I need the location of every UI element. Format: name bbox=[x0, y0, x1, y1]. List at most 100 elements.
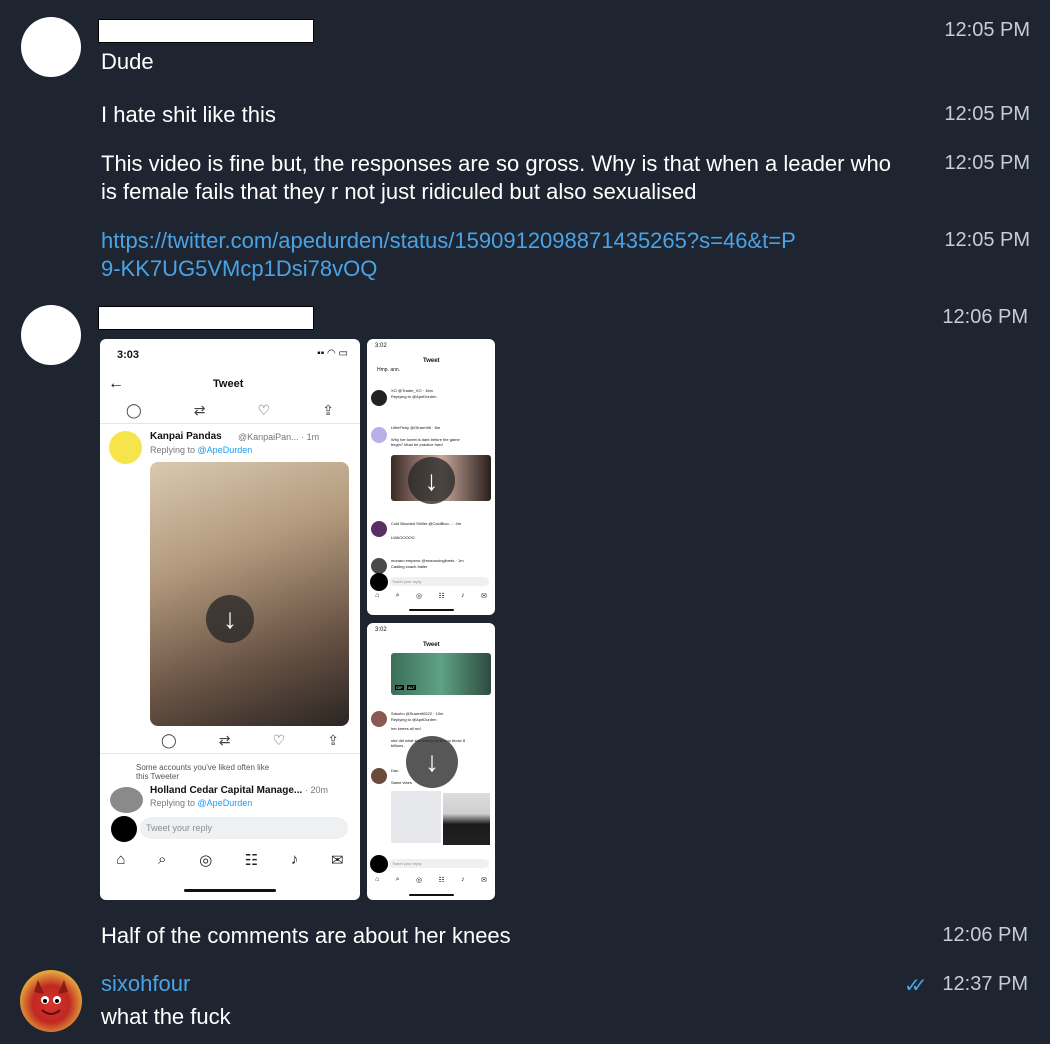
home-indicator bbox=[184, 889, 276, 892]
spaces-icon: ◎ bbox=[416, 593, 423, 600]
reply-avatar bbox=[371, 768, 387, 784]
reply-text: Why her kneel is dark before the game beg… bbox=[391, 437, 460, 447]
reply-avatar bbox=[371, 558, 387, 574]
image-attachment-replies-1[interactable]: 3:02 Tweet Hmp. ann. XO @Trader_XO · 16m… bbox=[367, 339, 495, 615]
message-time: 12:05 PM bbox=[944, 19, 1030, 41]
spaces-icon: ◎ bbox=[416, 877, 423, 884]
home-icon: ⌂ bbox=[375, 876, 380, 883]
like-icon: ♡ bbox=[272, 732, 286, 748]
devil-icon bbox=[34, 980, 68, 1015]
home-icon: ⌂ bbox=[116, 851, 126, 868]
status-icons: ▪▪ ◠ ▭ bbox=[317, 348, 348, 359]
communities-icon: ☷ bbox=[438, 877, 445, 884]
liked-note: Some accounts you've liked often like thi… bbox=[136, 763, 270, 781]
message-time: 12:05 PM bbox=[944, 103, 1030, 125]
home-icon: ⌂ bbox=[375, 592, 380, 599]
divider bbox=[100, 753, 360, 754]
bottom-tab-bar: ⌂ ⌕ ◎ ☷ ♪ ✉ bbox=[367, 876, 495, 884]
home-indicator bbox=[409, 894, 454, 896]
image-attachment-tweet[interactable]: 3:03 ▪▪ ◠ ▭ ← Tweet ◯ ⇄ ♡ ⇪ Kanpai Pandas @… bbox=[100, 339, 360, 900]
share-icon: ⇪ bbox=[322, 402, 334, 418]
reply-avatar bbox=[371, 711, 387, 727]
mail-icon: ✉ bbox=[331, 852, 344, 869]
reply-icon: ◯ bbox=[126, 402, 142, 418]
mail-icon: ✉ bbox=[480, 593, 487, 600]
reply-replying: Replying to @ApeDurden bbox=[391, 717, 437, 722]
bell-icon: ♪ bbox=[290, 851, 299, 868]
tweet-actions-top: ◯ ⇄ ♡ ⇪ bbox=[100, 402, 360, 419]
search-icon: ⌕ bbox=[395, 592, 400, 599]
share-icon: ⇪ bbox=[327, 732, 339, 748]
retweet-icon: ⇄ bbox=[193, 402, 206, 418]
sender-name-redacted bbox=[98, 306, 314, 330]
reply-input[interactable]: Tweet your reply bbox=[389, 859, 489, 868]
alt-badge: ALT bbox=[407, 685, 417, 690]
panda-avatar bbox=[109, 431, 142, 464]
reply-user: XO @Trader_XO · 16m bbox=[391, 388, 433, 393]
replying-label: Replying to @ApeDurden bbox=[150, 445, 253, 455]
status-clock: 3:02 bbox=[375, 627, 387, 633]
communities-icon: ☷ bbox=[244, 852, 259, 869]
reply-text: Casting coach trailer bbox=[391, 564, 428, 569]
spaces-icon: ◎ bbox=[199, 852, 213, 869]
reply-text: Same vibes bbox=[391, 780, 412, 785]
bottom-tab-bar: ⌂ ⌕ ◎ ☷ ♪ ✉ bbox=[100, 851, 360, 869]
gif-badge: GIF bbox=[395, 685, 404, 690]
tweet-author-2: Holland Cedar Capital Manage... · 20m bbox=[150, 785, 329, 796]
message-text: Half of the comments are about her knees bbox=[101, 923, 511, 948]
tweet-header: Tweet bbox=[423, 358, 440, 364]
reply-input[interactable]: Tweet your reply bbox=[389, 577, 489, 586]
tweet-video-thumbnail bbox=[150, 462, 349, 726]
back-arrow-icon: ← bbox=[108, 375, 124, 392]
message-time: 12:37 PM bbox=[942, 973, 1028, 995]
sender-name-redacted bbox=[98, 19, 314, 43]
bell-icon: ♪ bbox=[461, 592, 465, 599]
message-text: what the fuck bbox=[101, 1004, 231, 1029]
message-time: 12:05 PM bbox=[944, 229, 1030, 251]
tweet-handle: @KanpaiPan... · 1m bbox=[238, 432, 320, 442]
divider bbox=[100, 423, 360, 424]
replying-label-2: Replying to @ApeDurden bbox=[150, 798, 253, 808]
reply-text: LMAOOOOO bbox=[391, 535, 415, 540]
reply-avatar bbox=[371, 427, 387, 443]
communities-icon: ☷ bbox=[438, 593, 445, 600]
mail-icon: ✉ bbox=[480, 877, 487, 884]
reply-input[interactable]: Tweet your reply bbox=[140, 817, 348, 839]
search-icon: ⌕ bbox=[158, 851, 167, 868]
sender-name[interactable]: sixohfour bbox=[101, 971, 190, 997]
like-icon: ♡ bbox=[257, 402, 271, 418]
reply-user: Cold Blooded Shiller @ColdBloo... · 4m bbox=[391, 521, 462, 526]
reply-user: Sdsuho @Suwerit0222 · 10m bbox=[391, 711, 444, 716]
message-text: Dude bbox=[101, 49, 154, 74]
status-clock: 3:02 bbox=[375, 343, 387, 349]
retweet-icon: ⇄ bbox=[218, 732, 231, 748]
sixohfour-avatar[interactable] bbox=[20, 970, 82, 1032]
my-avatar bbox=[370, 573, 388, 591]
message-link[interactable]: https://twitter.com/apedurden/status/159… bbox=[101, 227, 801, 283]
reply-icon: ◯ bbox=[161, 732, 177, 748]
my-avatar bbox=[111, 816, 137, 842]
bottom-tab-bar: ⌂ ⌕ ◎ ☷ ♪ ✉ bbox=[367, 592, 495, 600]
reply-user: LittleFishy @Gfrarm96 · 8m bbox=[391, 425, 441, 430]
home-indicator bbox=[409, 609, 454, 611]
image-attachment-replies-2[interactable]: 3:02 Tweet GIF ALT Sdsuho @Suwerit0222 ·… bbox=[367, 623, 495, 900]
reply-line: Hmp. ann. bbox=[377, 367, 401, 373]
download-icon[interactable]: ↓ bbox=[206, 595, 254, 643]
sender-avatar[interactable] bbox=[21, 305, 81, 365]
search-icon: ⌕ bbox=[395, 876, 400, 883]
reply-image bbox=[443, 793, 490, 845]
gif-thumbnail bbox=[391, 653, 491, 695]
tweet-header: Tweet bbox=[213, 378, 244, 390]
message-text: This video is fine but, the responses ar… bbox=[101, 151, 891, 204]
reply-replying: Replying to @ApeDurden bbox=[391, 394, 437, 399]
tweet-author: Kanpai Pandas bbox=[150, 431, 222, 442]
download-icon[interactable]: ↓ bbox=[408, 457, 455, 504]
status-clock: 3:03 bbox=[117, 349, 140, 361]
reply-image bbox=[391, 791, 441, 843]
reply-user: monaro emperor @monaroinglbrnts · 1m bbox=[391, 558, 464, 563]
download-icon[interactable]: ↓ bbox=[406, 736, 458, 788]
reply-text: her knees all red bbox=[391, 726, 421, 731]
sender-avatar[interactable] bbox=[21, 17, 81, 77]
reply-user: Dan bbox=[391, 768, 399, 773]
message-time: 12:06 PM bbox=[942, 924, 1028, 946]
